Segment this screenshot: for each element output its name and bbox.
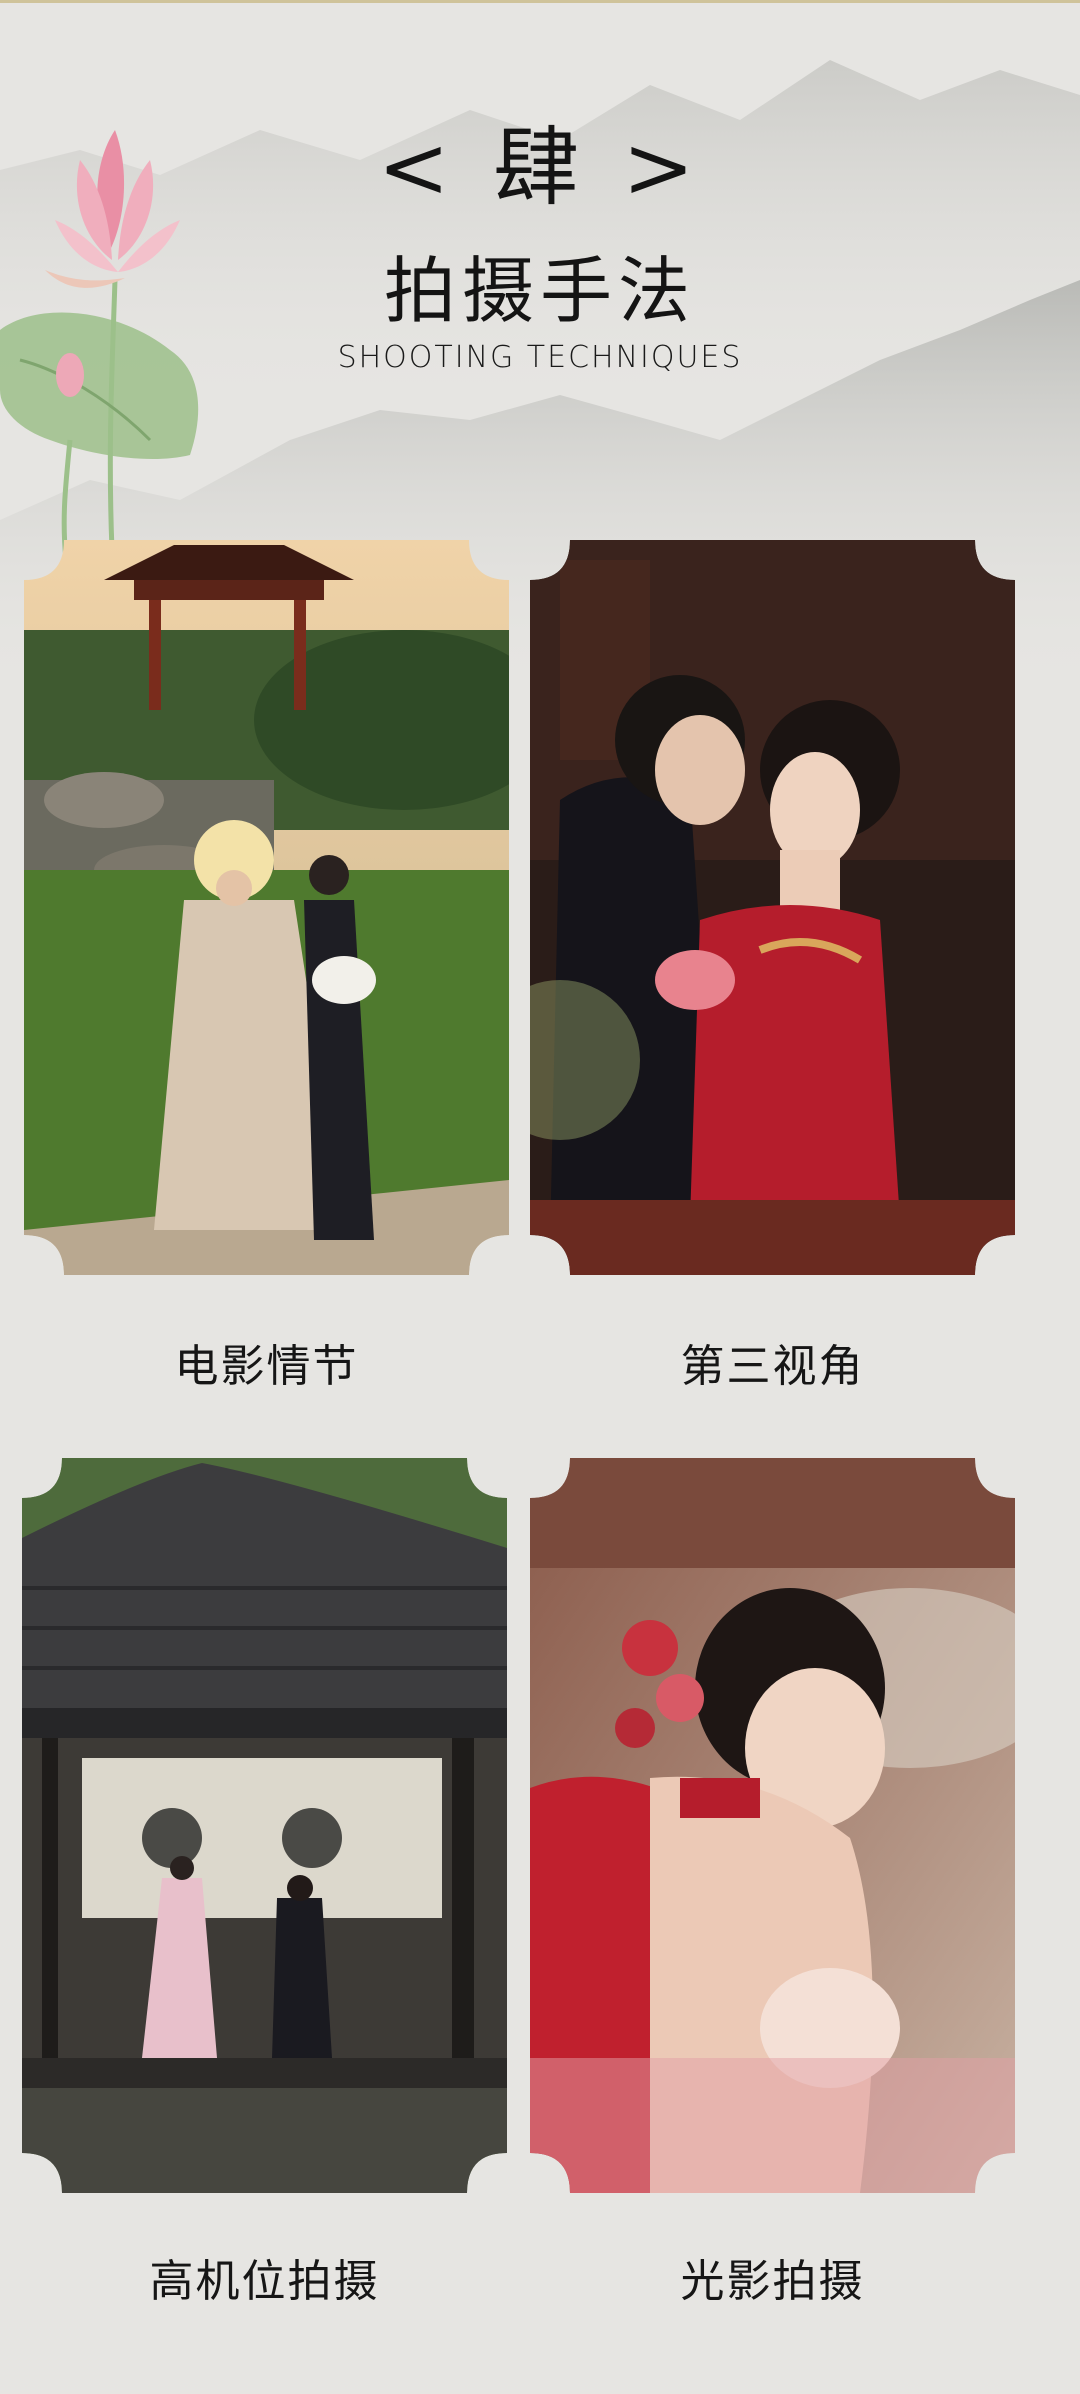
section-number: < 肆 >: [377, 118, 703, 218]
section-subtitle: SHOOTING TECHNIQUES: [337, 340, 743, 375]
woman-red-flowers-hair-photo: [530, 1458, 1015, 2193]
couple-red-dress-embrace-photo: [530, 540, 1015, 1275]
garden-pavilion-couple-photo: [24, 540, 509, 1275]
courtyard-pavilion-roof-photo: [22, 1458, 507, 2193]
caption-cinematic-story: 电影情节: [174, 1341, 359, 1392]
caption-third-person-view: 第三视角: [680, 1341, 865, 1392]
caption-high-angle-shot: 高机位拍摄: [149, 2256, 380, 2307]
caption-light-shadow-shot: 光影拍摄: [680, 2256, 865, 2307]
section-title: 拍摄手法: [383, 249, 696, 333]
